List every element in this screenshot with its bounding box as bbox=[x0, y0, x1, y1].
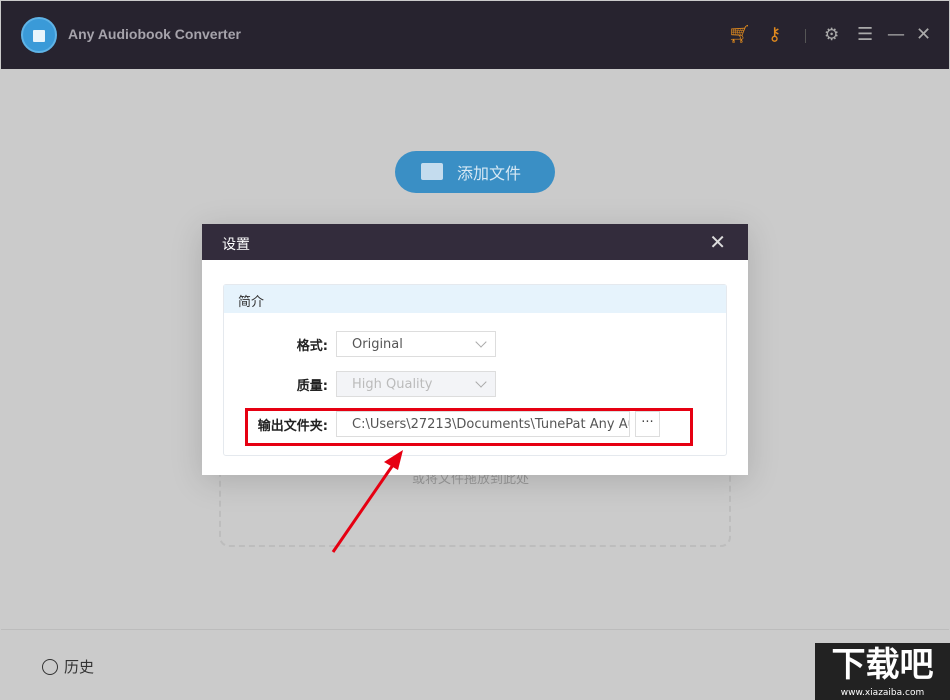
watermark-logo: 下载吧 www.xiazaiba.com bbox=[815, 643, 950, 700]
annotation-arrow bbox=[331, 450, 403, 553]
